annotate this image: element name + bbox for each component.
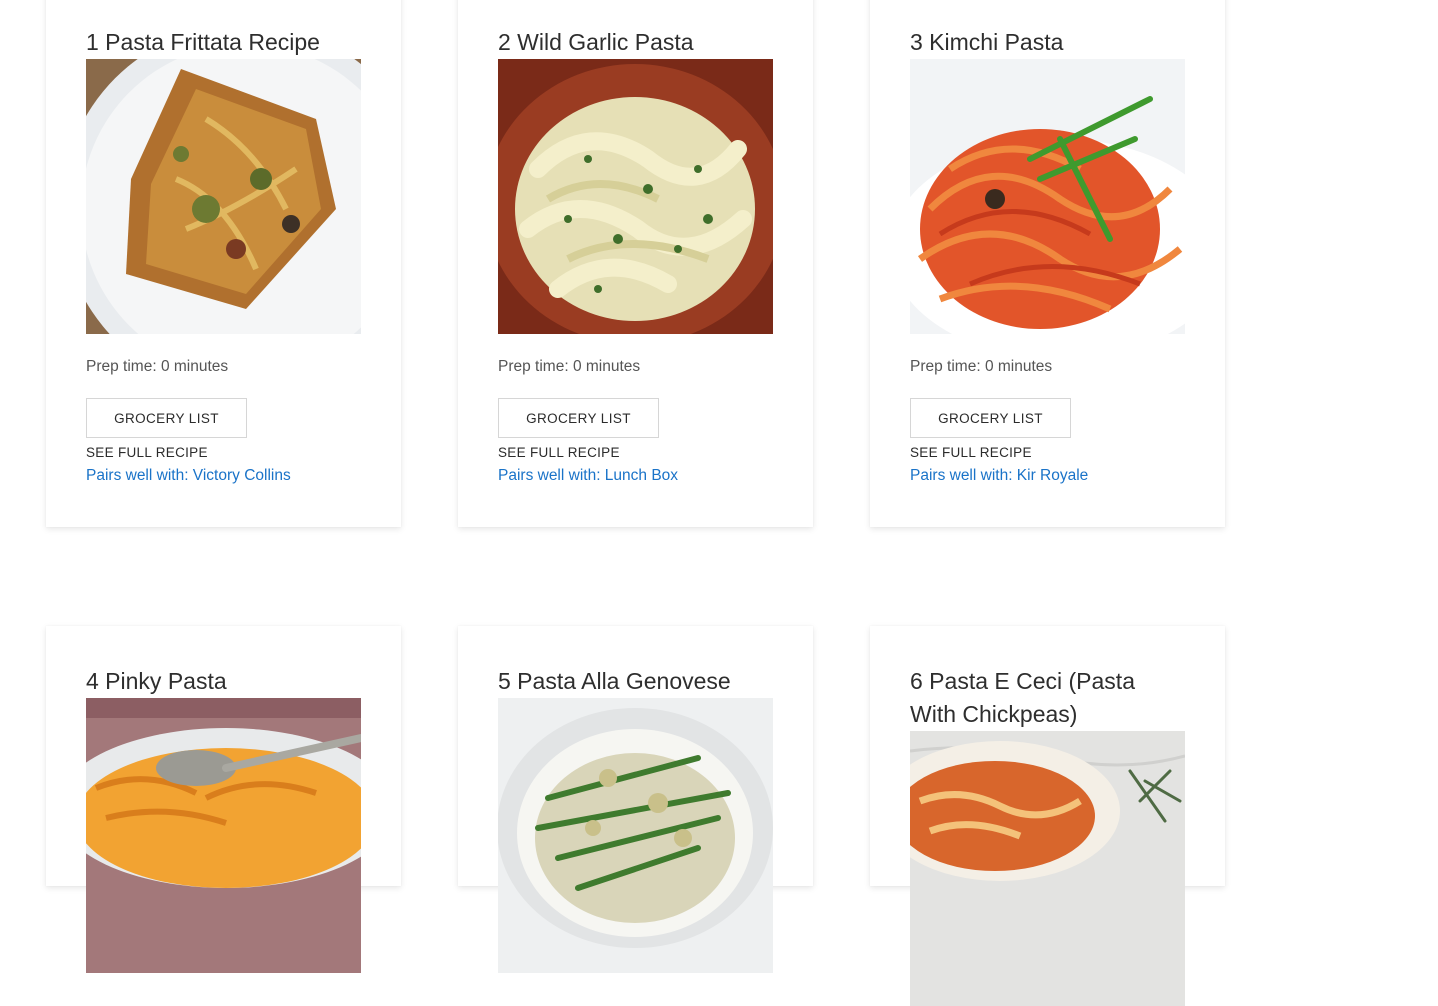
recipe-title: 5 Pasta Alla Genovese [498,668,731,694]
pairs-well-with-link[interactable]: Pairs well with: Lunch Box [498,467,773,485]
pinky-pasta-photo[interactable] [86,698,361,973]
pairs-well-with-link[interactable]: Pairs well with: Kir Royale [910,467,1185,485]
pairs-well-with-link[interactable]: Pairs well with: Victory Collins [86,467,361,485]
garlic-pasta-photo[interactable] [498,59,773,334]
recipe-title: 3 Kimchi Pasta [910,29,1064,55]
see-full-recipe-link[interactable]: SEE FULL RECIPE [910,445,1185,461]
grocery-list-button[interactable]: GROCERY LIST [910,398,1071,438]
recipe-card: 5 Pasta Alla Genovese [458,626,813,973]
prep-time: Prep time: 0 minutes [86,358,229,375]
recipe-card: 6 Pasta E Ceci (Pasta With Chickpeas) [870,626,1225,1006]
recipe-card: 1 Pasta Frittata Recipe Prep time: 0 min… [46,0,401,527]
recipe-title: 6 Pasta E Ceci (Pasta With Chickpeas) [910,668,1135,727]
grocery-list-button[interactable]: GROCERY LIST [498,398,659,438]
recipe-title: 1 Pasta Frittata Recipe [86,29,320,55]
pasta-ceci-photo[interactable] [910,731,1185,1006]
genovese-photo[interactable] [498,698,773,973]
recipe-card: 4 Pinky Pasta [46,626,401,973]
grocery-list-button[interactable]: GROCERY LIST [86,398,247,438]
frittata-photo[interactable] [86,59,361,334]
recipe-title: 2 Wild Garlic Pasta [498,29,694,55]
kimchi-pasta-photo[interactable] [910,59,1185,334]
recipe-card: 2 Wild Garlic Pasta Prep time: 0 minutes… [458,0,813,527]
prep-time: Prep time: 0 minutes [910,358,1053,375]
recipe-title: 4 Pinky Pasta [86,668,227,694]
see-full-recipe-link[interactable]: SEE FULL RECIPE [86,445,361,461]
see-full-recipe-link[interactable]: SEE FULL RECIPE [498,445,773,461]
prep-time: Prep time: 0 minutes [498,358,641,375]
recipe-card: 3 Kimchi Pasta Prep time: 0 minutes GROC… [870,0,1225,527]
